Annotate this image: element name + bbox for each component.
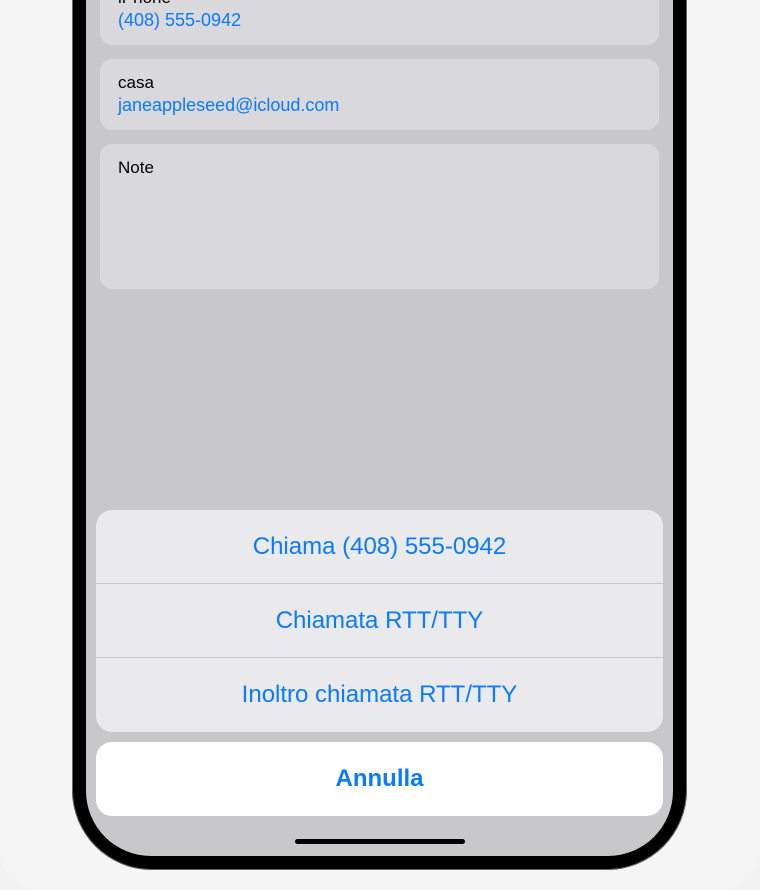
phone-number-value[interactable]: (408) 555-0942 <box>118 10 641 31</box>
email-value[interactable]: janeappleseed@icloud.com <box>118 95 641 116</box>
notes-field-card[interactable]: Note <box>100 144 659 289</box>
cancel-button[interactable]: Annulla <box>96 742 663 816</box>
email-type-label: casa <box>118 73 641 93</box>
rtt-tty-call-action[interactable]: Chiamata RTT/TTY <box>96 584 663 658</box>
phone-screen: iPhone (408) 555-0942 casa janeappleseed… <box>86 0 673 856</box>
relay-rtt-tty-call-action[interactable]: Inoltro chiamata RTT/TTY <box>96 658 663 732</box>
phone-field-card[interactable]: iPhone (408) 555-0942 <box>100 0 659 45</box>
contact-details-dimmed: iPhone (408) 555-0942 casa janeappleseed… <box>86 0 673 289</box>
phone-frame: iPhone (408) 555-0942 casa janeappleseed… <box>72 0 687 870</box>
call-action[interactable]: Chiama (408) 555-0942 <box>96 510 663 584</box>
email-field-card[interactable]: casa janeappleseed@icloud.com <box>100 59 659 130</box>
notes-label: Note <box>118 158 641 178</box>
action-sheet-options: Chiama (408) 555-0942 Chiamata RTT/TTY I… <box>96 510 663 732</box>
phone-bezel: iPhone (408) 555-0942 casa janeappleseed… <box>80 0 679 862</box>
phone-type-label: iPhone <box>118 0 641 8</box>
home-indicator[interactable] <box>295 839 465 844</box>
action-sheet: Chiama (408) 555-0942 Chiamata RTT/TTY I… <box>96 510 663 816</box>
